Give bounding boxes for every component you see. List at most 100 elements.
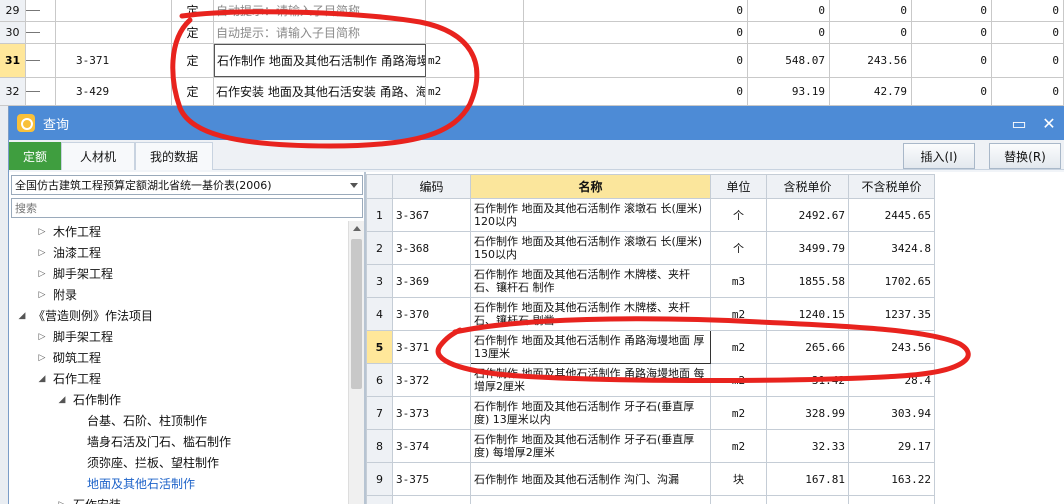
row-number: 31 <box>0 44 26 77</box>
tax-price: 1855.58 <box>766 264 849 298</box>
collapse-icon[interactable]: ◢ <box>17 311 27 321</box>
grid-row[interactable]: 32 3-429 定 石作安装 地面及其他石活安装 甬路、海墁地面 厚13厘米 … <box>0 78 1064 106</box>
notax-price: 1702.65 <box>848 264 935 298</box>
tree-node[interactable]: ▷ 砌筑工程 <box>11 347 347 368</box>
table-row[interactable]: 8 3-374 石作制作 地面及其他石活制作 牙子石(垂直厚度) 每增厚2厘米 m2 3… <box>366 429 935 463</box>
value-cell: 0 <box>830 22 912 43</box>
notax-price: 1237.35 <box>848 297 935 331</box>
tab-my-data[interactable]: 我的数据 <box>135 142 213 170</box>
collapse-icon[interactable]: ◢ <box>37 374 47 384</box>
name-header[interactable]: 名称 <box>470 174 711 199</box>
row-index: 8 <box>366 429 393 463</box>
tab-quota[interactable]: 定额 <box>9 142 61 170</box>
item-unit <box>426 0 524 21</box>
tree-node[interactable]: ◢ 《营造则例》作法项目 <box>11 305 347 326</box>
tax-price-header[interactable]: 含税单价 <box>766 174 849 199</box>
quota-unit: 个 <box>710 198 767 232</box>
table-row[interactable]: 7 3-373 石作制作 地面及其他石活制作 牙子石(垂直厚度) 13厘米以内 m2 3… <box>366 396 935 430</box>
expand-icon[interactable]: ▷ <box>57 500 67 504</box>
row-index: 10 <box>366 495 393 504</box>
quota-unit: m2 <box>710 429 767 463</box>
table-row[interactable]: 9 3-375 石作制作 地面及其他石活制作 沟门、沟漏块 167.81 163.22 <box>366 462 935 496</box>
library-select[interactable]: 全国仿古建筑工程预算定额湖北省统一基价表(2006) <box>11 175 363 195</box>
tree-node[interactable]: ▷ 木作工程 <box>11 221 347 242</box>
quota-code: 3-368 <box>392 231 471 265</box>
item-name-editor[interactable]: 石作制作 地面及其他石活制作 甬路海墁地面 厚13厘米 <box>214 44 426 77</box>
tree-node[interactable]: 须弥座、拦板、望柱制作 <box>11 452 347 473</box>
notax-price <box>848 495 935 504</box>
grid-row-active[interactable]: 31 3-371 定 石作制作 地面及其他石活制作 甬路海墁地面 厚13厘米 m… <box>0 44 1064 78</box>
value-cell: 0 <box>912 22 992 43</box>
tab-bar: 定额 人材机 我的数据 插入(I) 替换(R) <box>9 140 1064 170</box>
table-row[interactable]: 3 3-369 石作制作 地面及其他石活制作 木牌楼、夹杆石、镶杆石 制作 m3 185… <box>366 264 935 298</box>
tree-node[interactable]: ▷ 石作安装 <box>11 494 347 504</box>
item-unit: m2 <box>426 78 524 105</box>
search-input[interactable] <box>11 198 363 218</box>
tree-node-label: 脚手架工程 <box>53 330 114 344</box>
tree-connector <box>26 0 56 21</box>
insert-button[interactable]: 插入(I) <box>903 143 975 169</box>
expand-icon[interactable]: ▷ <box>37 269 47 279</box>
expand-icon[interactable]: ▷ <box>37 248 47 258</box>
chapter-tree: ▷ 木作工程 ▷ 油漆工程 ▷ 脚手架工程 ▷ 附录 ◢ 《营造则例》作法项目 ▷ 脚手架工… <box>11 221 347 504</box>
tree-node[interactable]: 台基、石阶、柱顶制作 <box>11 410 347 431</box>
table-row[interactable]: 1 3-367 石作制作 地面及其他石活制作 滚墩石 长(厘米) 120以内个 249… <box>366 198 935 232</box>
dialog-title: 查询 <box>43 117 70 133</box>
unit-header[interactable]: 单位 <box>710 174 767 199</box>
value-cell: 0 <box>912 78 992 105</box>
quota-code: 3-375 <box>392 462 471 496</box>
item-name[interactable]: 自动提示：请输入子目简称 <box>214 0 426 21</box>
item-name[interactable]: 石作安装 地面及其他石活安装 甬路、海墁地面 厚13厘米 <box>214 78 426 105</box>
tree-scrollbar[interactable] <box>348 221 364 504</box>
tree-node[interactable]: ▷ 脚手架工程 <box>11 263 347 284</box>
expand-icon[interactable]: ▷ <box>37 290 47 300</box>
tab-labor-material-machine[interactable]: 人材机 <box>61 142 135 170</box>
library-panel: 全国仿古建筑工程预算定额湖北省统一基价表(2006) ▷ 木作工程 ▷ 油漆工程 ▷… <box>9 172 365 504</box>
quota-name: 石作制作 地面及其他石活制作 牙子石(垂直厚度) 13厘米以内 <box>470 396 711 430</box>
expand-icon[interactable]: ▷ <box>37 332 47 342</box>
collapse-icon[interactable]: ◢ <box>57 395 67 405</box>
expand-icon[interactable]: ▷ <box>37 227 47 237</box>
tax-price: 2492.67 <box>766 198 849 232</box>
quota-code: 3-376 <box>392 495 471 504</box>
code-header[interactable]: 编码 <box>392 174 471 199</box>
item-type: 定 <box>172 78 214 105</box>
close-icon[interactable]: ✕ <box>1034 114 1064 133</box>
tree-node[interactable]: ◢ 石作工程 <box>11 368 347 389</box>
tree-node-label: 《营造则例》作法项目 <box>33 309 154 323</box>
tree-node-label: 台基、石阶、柱顶制作 <box>87 414 208 428</box>
tree-connector <box>26 44 56 77</box>
item-name[interactable]: 自动提示：请输入子目简称 <box>214 22 426 43</box>
tree-node-selected[interactable]: 地面及其他石活制作 <box>11 473 347 494</box>
scroll-thumb[interactable] <box>351 239 362 389</box>
grid-row[interactable]: 29 定 自动提示：请输入子目简称 0 0 0 0 0 <box>0 0 1064 22</box>
maximize-icon[interactable]: ▭ <box>1004 114 1034 133</box>
table-row-selected[interactable]: 5 3-371 石作制作 地面及其他石活制作 甬路海墁地面 厚13厘米 m2 265.6… <box>366 330 935 364</box>
quota-code: 3-369 <box>392 264 471 298</box>
tree-node-label: 地面及其他石活制作 <box>87 477 196 491</box>
row-index: 3 <box>366 264 393 298</box>
value-cell: 243.56 <box>830 44 912 77</box>
value-cell: 0 <box>830 0 912 21</box>
table-row[interactable]: 103-376石作制作 地面及其他石活制作 带水槽沟盖 <box>366 495 935 504</box>
table-row[interactable]: 2 3-368 石作制作 地面及其他石活制作 滚墩石 长(厘米) 150以内个 349… <box>366 231 935 265</box>
tree-node[interactable]: ▷ 脚手架工程 <box>11 326 347 347</box>
tree-node[interactable]: 墙身石活及门石、槛石制作 <box>11 431 347 452</box>
tree-node-label: 墙身石活及门石、槛石制作 <box>87 435 232 449</box>
value-cell: 0 <box>992 44 1064 77</box>
expand-icon[interactable]: ▷ <box>37 353 47 363</box>
tree-node-label: 石作制作 <box>73 393 122 407</box>
item-type: 定 <box>172 0 214 21</box>
tree-node[interactable]: ◢ 石作制作 <box>11 389 347 410</box>
item-type: 定 <box>172 22 214 43</box>
table-row[interactable]: 6 3-372 石作制作 地面及其他石活制作 甬路海墁地面 每增厚2厘米 m2 31.4… <box>366 363 935 397</box>
notax-price-header[interactable]: 不含税单价 <box>848 174 935 199</box>
item-code <box>56 22 172 43</box>
replace-button[interactable]: 替换(R) <box>989 143 1061 169</box>
table-row[interactable]: 4 3-370 石作制作 地面及其他石活制作 木牌楼、夹杆石、镶杆石 剔凿 m2 124… <box>366 297 935 331</box>
tree-node[interactable]: ▷ 附录 <box>11 284 347 305</box>
dialog-titlebar[interactable]: 查询 ▭ ✕ <box>9 106 1064 140</box>
tree-node[interactable]: ▷ 油漆工程 <box>11 242 347 263</box>
grid-row[interactable]: 30 定 自动提示：请输入子目简称 0 0 0 0 0 <box>0 22 1064 44</box>
scroll-up-icon[interactable] <box>353 226 361 231</box>
